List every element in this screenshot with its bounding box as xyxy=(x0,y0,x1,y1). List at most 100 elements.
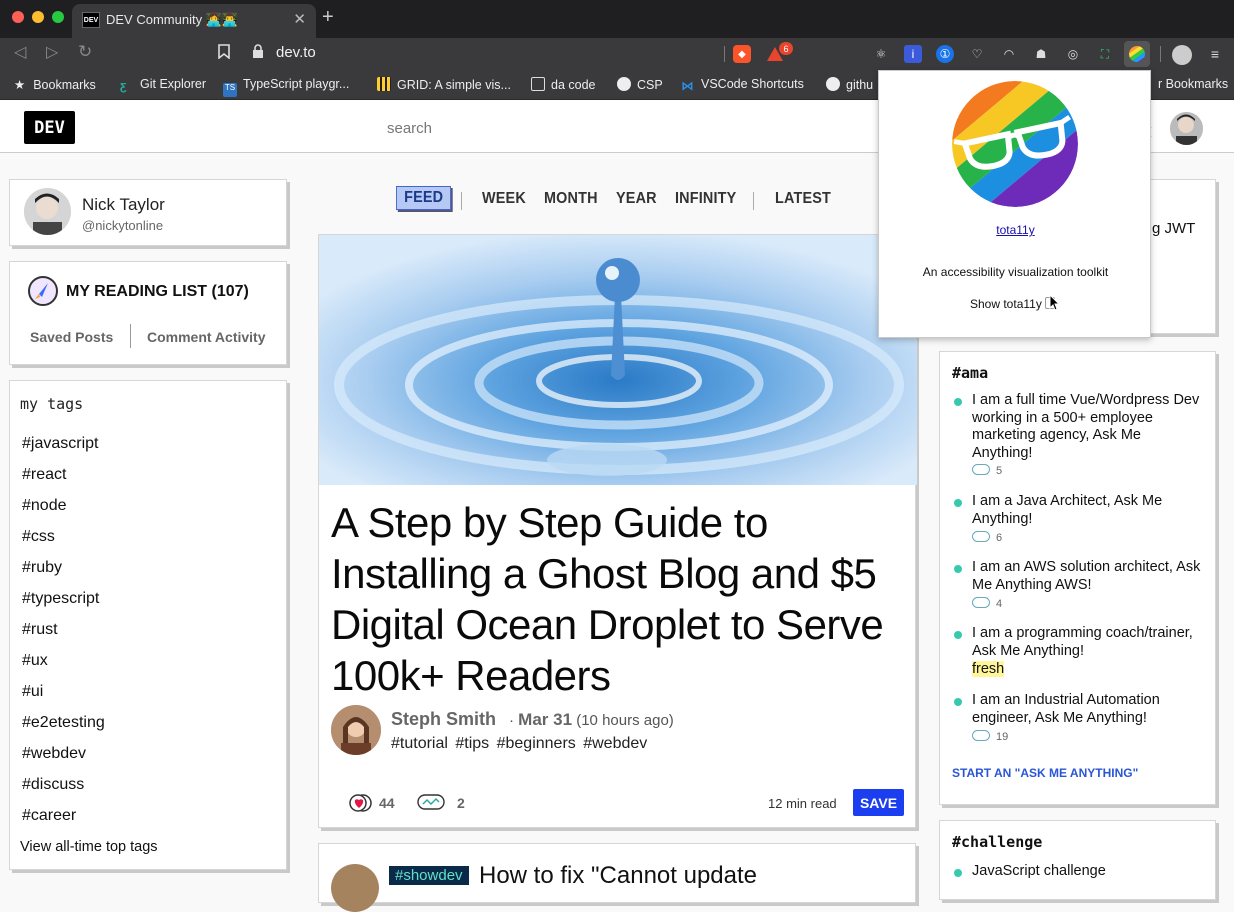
tag-link[interactable]: #career xyxy=(22,807,76,825)
divider xyxy=(461,192,462,210)
close-window-button[interactable] xyxy=(12,11,24,23)
next-article-card[interactable]: #showdev How to fix "Cannot update xyxy=(318,843,916,912)
back-icon[interactable]: ◁ xyxy=(14,42,26,62)
comment-activity-link[interactable]: Comment Activity xyxy=(147,329,266,345)
screenshot-extension-icon[interactable]: ⛶ xyxy=(1096,45,1114,63)
brave-shield-icon[interactable]: ◆ xyxy=(733,45,751,63)
bookmark-github[interactable]: githu xyxy=(826,77,873,92)
bookmark-csp[interactable]: CSP xyxy=(617,77,663,92)
save-button[interactable]: SAVE xyxy=(853,789,904,816)
pocket-icon[interactable]: ♡ xyxy=(968,45,986,63)
show-tota11y-label: Show tota11y xyxy=(970,297,1042,311)
tag-link[interactable]: #rust xyxy=(22,621,58,639)
bookmark-other[interactable]: r Bookmarks xyxy=(1158,77,1228,91)
author-avatar[interactable] xyxy=(331,864,379,912)
arc-extension-icon[interactable]: ◠ xyxy=(1000,45,1018,63)
github-extension-icon[interactable]: ☗ xyxy=(1032,45,1050,63)
tag-link[interactable]: #discuss xyxy=(22,776,84,794)
tab-week[interactable]: WEEK xyxy=(482,190,526,208)
tag-link[interactable]: #ux xyxy=(22,652,48,670)
bookmark-git-explorer[interactable]: ƹ Git Explorer xyxy=(120,77,206,93)
relative-date: (10 hours ago) xyxy=(576,712,674,729)
tag-link[interactable]: #react xyxy=(22,466,66,484)
start-ama-link[interactable]: START AN "ASK ME ANYTHING" xyxy=(952,766,1138,780)
dev-logo[interactable]: DEV xyxy=(24,111,75,144)
listing-text[interactable]: g JWT xyxy=(1152,220,1195,237)
extension-info-icon[interactable]: i xyxy=(904,45,922,63)
comment-count: 19 xyxy=(972,730,1008,743)
article-cover-image[interactable] xyxy=(319,235,917,485)
tag-link[interactable]: #typescript xyxy=(22,590,99,608)
challenge-card: #challenge JavaScript challenge xyxy=(939,820,1216,900)
article-card[interactable]: A Step by Step Guide to Installing a Gho… xyxy=(318,234,917,828)
git-explorer-icon: ƹ xyxy=(120,79,127,93)
article-title[interactable]: How to fix "Cannot update xyxy=(479,862,757,890)
minimize-window-button[interactable] xyxy=(32,11,44,23)
fresh-badge: fresh xyxy=(972,661,1005,677)
search-input[interactable]: search xyxy=(387,120,432,137)
bookmark-typescript-playground[interactable]: TS TypeScript playgr... xyxy=(223,77,349,97)
tab-infinity[interactable]: INFINITY xyxy=(675,190,736,208)
tag-link[interactable]: #css xyxy=(22,528,55,546)
toolbar-divider xyxy=(724,46,725,62)
bookmark-vscode-shortcuts[interactable]: ⋈ VSCode Shortcuts xyxy=(681,77,804,93)
onepassword-icon[interactable]: ① xyxy=(936,45,954,63)
maximize-window-button[interactable] xyxy=(52,11,64,23)
tota11y-popup: tota11y An accessibility visualization t… xyxy=(878,70,1151,338)
new-tab-icon[interactable]: + xyxy=(322,6,334,29)
divider xyxy=(130,324,131,348)
typescript-icon: TS xyxy=(223,83,237,97)
bullet-dot xyxy=(954,499,962,507)
browser-tab[interactable]: DEV DEV Community 👩‍💻👨‍💻 ✕ xyxy=(72,4,316,38)
tag-link[interactable]: #ui xyxy=(22,683,43,701)
tota11y-link[interactable]: tota11y xyxy=(879,223,1152,237)
tota11y-extension-icon[interactable] xyxy=(1124,41,1150,67)
react-devtools-icon[interactable]: ⚛ xyxy=(872,45,890,63)
rewards-badge: 6 xyxy=(779,42,793,55)
rocket-icon xyxy=(28,276,58,306)
close-tab-icon[interactable]: ✕ xyxy=(293,10,306,28)
tag-link[interactable]: #ruby xyxy=(22,559,62,577)
article-tags[interactable]: #tutorial #tips #beginners #webdev xyxy=(391,735,647,753)
tab-feed[interactable]: FEED xyxy=(396,186,452,210)
tag-link[interactable]: #node xyxy=(22,497,67,515)
tab-title: DEV Community 👩‍💻👨‍💻 xyxy=(106,12,239,27)
article-title[interactable]: A Step by Step Guide to Installing a Gho… xyxy=(331,497,906,701)
read-time: 12 min read xyxy=(768,796,837,811)
bullet-dot xyxy=(954,631,962,639)
tab-year[interactable]: YEAR xyxy=(616,190,657,208)
reading-list-title[interactable]: MY READING LIST (107) xyxy=(66,283,249,301)
menu-icon[interactable]: ≡ xyxy=(1206,45,1224,63)
comment-count: 6 xyxy=(972,531,1002,544)
comments-count[interactable]: 2 xyxy=(417,793,465,813)
my-tags-heading: my tags xyxy=(20,395,84,413)
forward-icon[interactable]: ▷ xyxy=(46,42,58,62)
bookmark-bookmarks[interactable]: ★ Bookmarks xyxy=(14,77,96,92)
tab-latest[interactable]: LATEST xyxy=(775,190,831,208)
target-extension-icon[interactable]: ◎ xyxy=(1064,45,1082,63)
showdev-badge[interactable]: #showdev xyxy=(389,866,469,885)
profile-card[interactable]: Nick Taylor @nickytonline xyxy=(9,179,287,246)
comment-icon xyxy=(972,531,990,542)
url-bar[interactable]: dev.to xyxy=(276,44,316,61)
view-all-tags-link[interactable]: View all-time top tags xyxy=(20,839,158,855)
bookmark-da-code[interactable]: da code xyxy=(531,77,595,92)
ama-heading[interactable]: #ama xyxy=(952,364,988,382)
saved-posts-link[interactable]: Saved Posts xyxy=(30,329,113,345)
challenge-heading[interactable]: #challenge xyxy=(952,833,1042,851)
bullet-dot xyxy=(954,565,962,573)
ama-card: #ama I am a full time Vue/Wordpress Dev … xyxy=(939,351,1216,805)
comment-icon xyxy=(972,730,990,741)
tag-link[interactable]: #javascript xyxy=(22,435,98,453)
bookmark-page-icon[interactable] xyxy=(218,44,230,62)
author-avatar[interactable] xyxy=(331,705,381,755)
author-name[interactable]: Steph Smith xyxy=(391,709,496,730)
tab-month[interactable]: MONTH xyxy=(544,190,598,208)
user-avatar[interactable] xyxy=(1170,112,1203,145)
tag-link[interactable]: #e2etesting xyxy=(22,714,105,732)
reactions-count[interactable]: 44 xyxy=(345,793,395,813)
bookmark-grid[interactable]: GRID: A simple vis... xyxy=(377,77,511,92)
profile-avatar-icon[interactable] xyxy=(1172,45,1192,65)
reload-icon[interactable]: ↻ xyxy=(78,42,92,62)
tag-link[interactable]: #webdev xyxy=(22,745,86,763)
